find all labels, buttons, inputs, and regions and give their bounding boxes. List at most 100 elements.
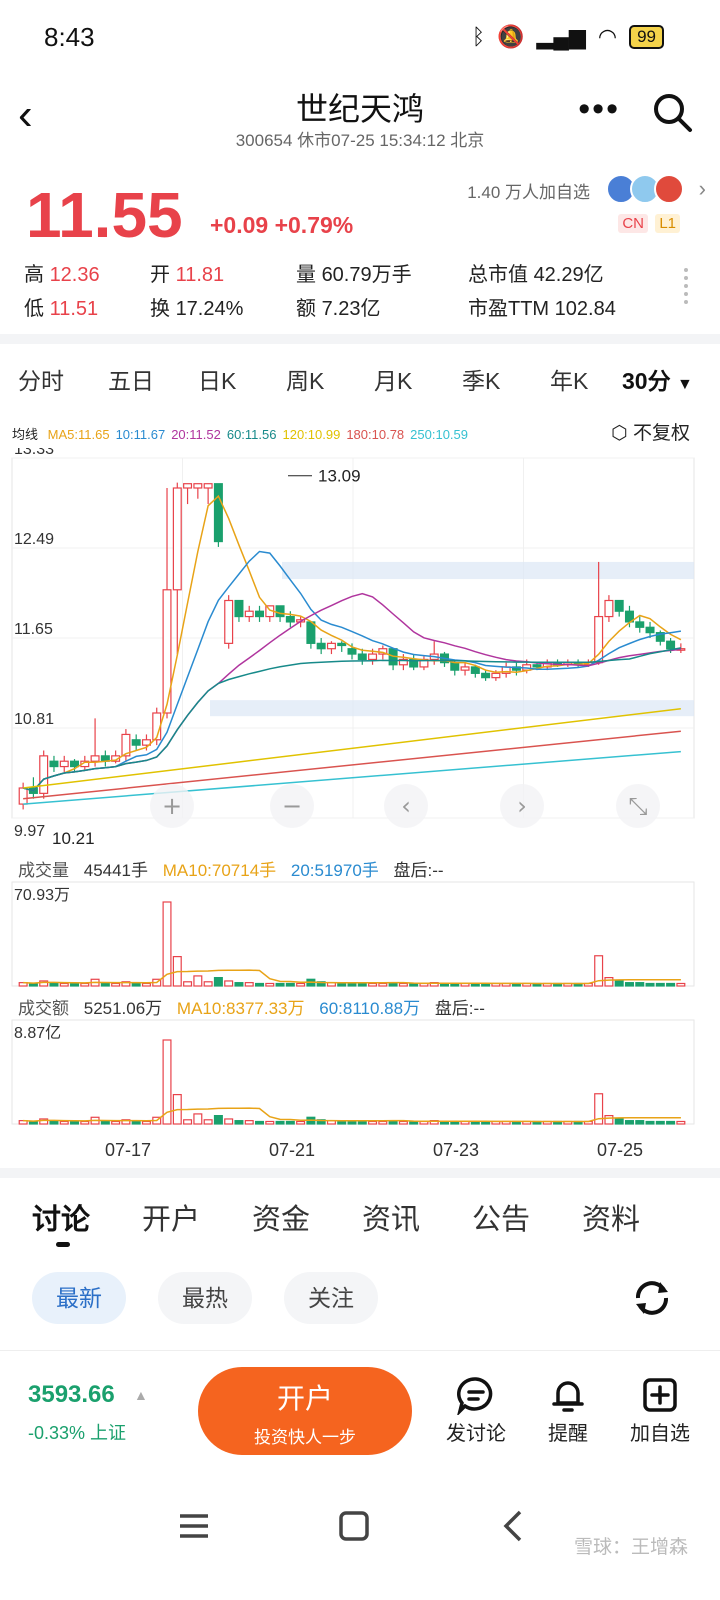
x-tick-label: 07-17 <box>105 1140 151 1160</box>
tab-open-account[interactable]: 开户 <box>142 1196 200 1238</box>
amount-value: 5251.06万 <box>83 999 163 1018</box>
tab-funds[interactable]: 资金 <box>252 1196 310 1238</box>
ma-legend-item: 180:10.78 <box>346 427 405 442</box>
index-value[interactable]: 3593.66 <box>28 1381 115 1409</box>
tab-minute[interactable]: 分时 <box>18 362 64 396</box>
tab-announcements[interactable]: 公告 <box>472 1196 530 1238</box>
filter-latest[interactable]: 最新 <box>32 1272 126 1324</box>
candle-body <box>306 621 316 644</box>
home-icon[interactable] <box>332 1504 376 1548</box>
tab-week-k[interactable]: 周K <box>286 362 324 396</box>
tab-quarter-k[interactable]: 季K <box>462 362 500 396</box>
amount-bar <box>183 1119 193 1125</box>
volume-bar <box>285 982 295 987</box>
amount-bar <box>275 1120 285 1125</box>
volume-bar <box>645 982 655 987</box>
tab-discussion[interactable]: 讨论 <box>32 1196 90 1238</box>
pan-right-icon[interactable]: › <box>517 792 527 820</box>
zoom-out-icon[interactable]: − <box>282 792 302 820</box>
pan-left-icon[interactable]: ‹ <box>401 792 411 820</box>
candle-body <box>666 640 676 650</box>
followers-count[interactable]: 1.40 万人加自选 <box>467 178 590 203</box>
tab-day-k[interactable]: 日K <box>198 362 236 396</box>
volume-ma20: 20:51970手 <box>290 861 379 880</box>
restore-label: 不复权 <box>632 423 690 444</box>
ma-legend-item: 60:11.56 <box>226 427 277 442</box>
wifi-icon: ◠ <box>597 24 618 49</box>
alert-label: 提醒 <box>548 1423 588 1445</box>
follower-avatars[interactable] <box>606 174 684 204</box>
volume-bar <box>296 982 306 987</box>
filter-following[interactable]: 关注 <box>284 1272 378 1324</box>
amount-bar <box>28 1120 38 1125</box>
amount-bar <box>368 1120 378 1125</box>
menu-icon[interactable] <box>172 1504 216 1548</box>
restore-toggle[interactable]: ⬡ 不复权 <box>611 418 690 445</box>
amount-max-tick: 8.87亿 <box>14 1024 61 1042</box>
volume-label: 量 <box>296 264 316 286</box>
filter-hottest[interactable]: 最热 <box>158 1272 252 1324</box>
more-vertical-icon[interactable] <box>684 268 688 304</box>
amount-bar <box>131 1120 141 1125</box>
amount-ma60: 60:8110.88万 <box>319 999 421 1018</box>
pe-label: 市盈TTM <box>468 298 550 320</box>
tab-news[interactable]: 资讯 <box>362 1196 420 1238</box>
price-change: +0.09 +0.79% <box>210 212 354 238</box>
tab-month-k[interactable]: 月K <box>374 362 412 396</box>
post-discussion-button[interactable]: 发讨论 <box>436 1373 516 1446</box>
tab-year-k[interactable]: 年K <box>550 362 588 396</box>
low-value: 11.51 <box>49 298 99 320</box>
long-ma-line <box>23 750 681 805</box>
y-tick-label: 12.49 <box>14 531 54 548</box>
volume-bar <box>193 975 203 987</box>
amount-bar <box>224 1118 234 1125</box>
candle-body <box>470 666 480 674</box>
amount-bar <box>265 1120 275 1125</box>
amount-bar <box>285 1120 295 1125</box>
volume-bar <box>624 982 634 987</box>
last-price: 11.55 <box>26 179 183 251</box>
info-tabs: 讨论 开户 资金 资讯 公告 资料 <box>0 1192 720 1252</box>
chevron-right-icon[interactable]: › <box>699 176 706 202</box>
tab-30min[interactable]: 30分 ▼ <box>622 362 693 396</box>
watermark: 雪球：王增森 <box>573 1537 688 1558</box>
min-price-label: 10.21 <box>52 829 95 848</box>
tab-profile[interactable]: 资料 <box>582 1196 640 1238</box>
market-tag: CN <box>618 214 648 233</box>
candle-body <box>604 599 614 618</box>
volume-bar <box>213 976 223 987</box>
amount-bar <box>296 1120 306 1125</box>
candle-body <box>460 666 470 671</box>
candle-body <box>368 653 378 661</box>
turnover-value: 17.24% <box>175 298 244 320</box>
triangle-up-icon: ▲ <box>134 1387 148 1403</box>
fullscreen-icon[interactable]: ⤡ <box>628 792 647 820</box>
refresh-icon[interactable] <box>630 1276 674 1320</box>
support-band <box>210 700 694 717</box>
amount-bar <box>244 1120 254 1125</box>
back-nav-icon[interactable] <box>492 1504 536 1548</box>
candle-body <box>244 610 254 618</box>
search-icon[interactable] <box>650 90 694 134</box>
volume-bar <box>59 982 69 987</box>
more-icon[interactable]: ••• <box>578 90 620 129</box>
zoom-in-icon[interactable]: + <box>162 792 182 820</box>
quote-panel: 11.55 +0.09 +0.79% 1.40 万人加自选 › CN L1 高 … <box>0 170 720 330</box>
candle-body <box>203 483 213 489</box>
alert-button[interactable]: 提醒 <box>528 1373 608 1446</box>
candle-body <box>337 642 347 647</box>
amount-bar <box>624 1120 634 1125</box>
period-tabs: 分时 五日 日K 周K 月K 季K 年K 30分 ▼ <box>0 350 720 404</box>
kline-chart[interactable]: 均线 MA5:11.65 10:11.67 20:11.52 60:11.56 120:… <box>0 408 720 1168</box>
add-watchlist-button[interactable]: 加自选 <box>620 1373 700 1446</box>
chart-canvas[interactable]: 13.33 12.49 11.65 10.81 9.97 13.09 10.21 + − ‹ › ⤡ 7… <box>0 448 720 1168</box>
amount-bar <box>100 1120 110 1125</box>
open-account-button[interactable]: 开户 投资快人一步 <box>198 1367 412 1455</box>
index-change[interactable]: -0.33% 上证 <box>28 1419 126 1445</box>
amount-frame <box>11 1019 695 1125</box>
tab-five-day[interactable]: 五日 <box>108 362 154 396</box>
volume-after: 盘后:-- <box>393 861 444 880</box>
candle-body <box>59 760 69 768</box>
volume-bar <box>655 982 665 987</box>
volume-bar <box>141 982 151 987</box>
